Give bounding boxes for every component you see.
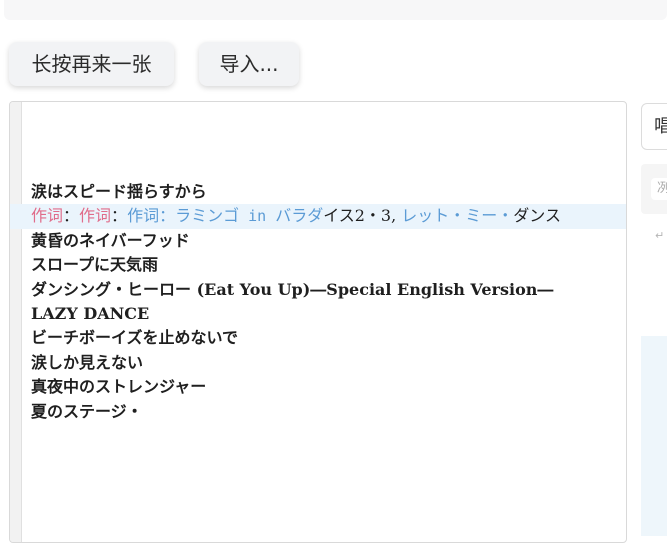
token: in: [239, 207, 276, 226]
return-icon: ↵: [655, 229, 665, 242]
token: レット・ミー・: [396, 206, 514, 226]
side-card[interactable]: 冽: [641, 164, 667, 214]
editor-line-active[interactable]: 作词：作词：作词：ラミンゴ in バラダイス2・3, レット・ミー・ダンス: [10, 204, 626, 229]
token: バラダ: [275, 206, 324, 226]
editor-line[interactable]: 涙はスピード揺らすから: [10, 180, 626, 204]
editor-line[interactable]: 黄昏のネイバーフッド: [10, 229, 626, 253]
side-panel: [641, 336, 667, 536]
editor-line[interactable]: ビーチボーイズを止めないで: [10, 326, 626, 350]
editor-line[interactable]: 夏のステージ・: [10, 400, 626, 424]
token: 作词：ラミンゴ: [127, 206, 240, 226]
token: ダンス: [513, 206, 561, 226]
token: ：: [111, 206, 128, 226]
editor-line[interactable]: 真夜中のストレンジャー: [10, 375, 626, 399]
editor-lines: 涙はスピード揺らすから 作词：作词：作词：ラミンゴ in バラダイス2・3, レ…: [10, 180, 626, 424]
top-bar: [4, 0, 667, 20]
token: 作词: [31, 206, 64, 226]
token: イス2・3,: [323, 206, 397, 226]
lyrics-editor[interactable]: 涙はスピード揺らすから 作词：作词：作词：ラミンゴ in バラダイス2・3, レ…: [9, 101, 627, 543]
token: ：: [63, 206, 80, 226]
side-card-label: 冽: [651, 178, 667, 200]
import-button[interactable]: 导入...: [199, 42, 299, 86]
editor-line[interactable]: スロープに天気雨: [10, 253, 626, 277]
side-search-input[interactable]: 唱: [641, 103, 667, 150]
editor-line[interactable]: ダンシング・ヒーロー (Eat You Up)―Special English …: [10, 278, 626, 302]
editor-line[interactable]: LAZY DANCE: [10, 302, 626, 326]
editor-line[interactable]: 涙しか見えない: [10, 351, 626, 375]
token: 作词: [79, 206, 112, 226]
long-press-another-button[interactable]: 长按再来一张: [9, 42, 174, 86]
